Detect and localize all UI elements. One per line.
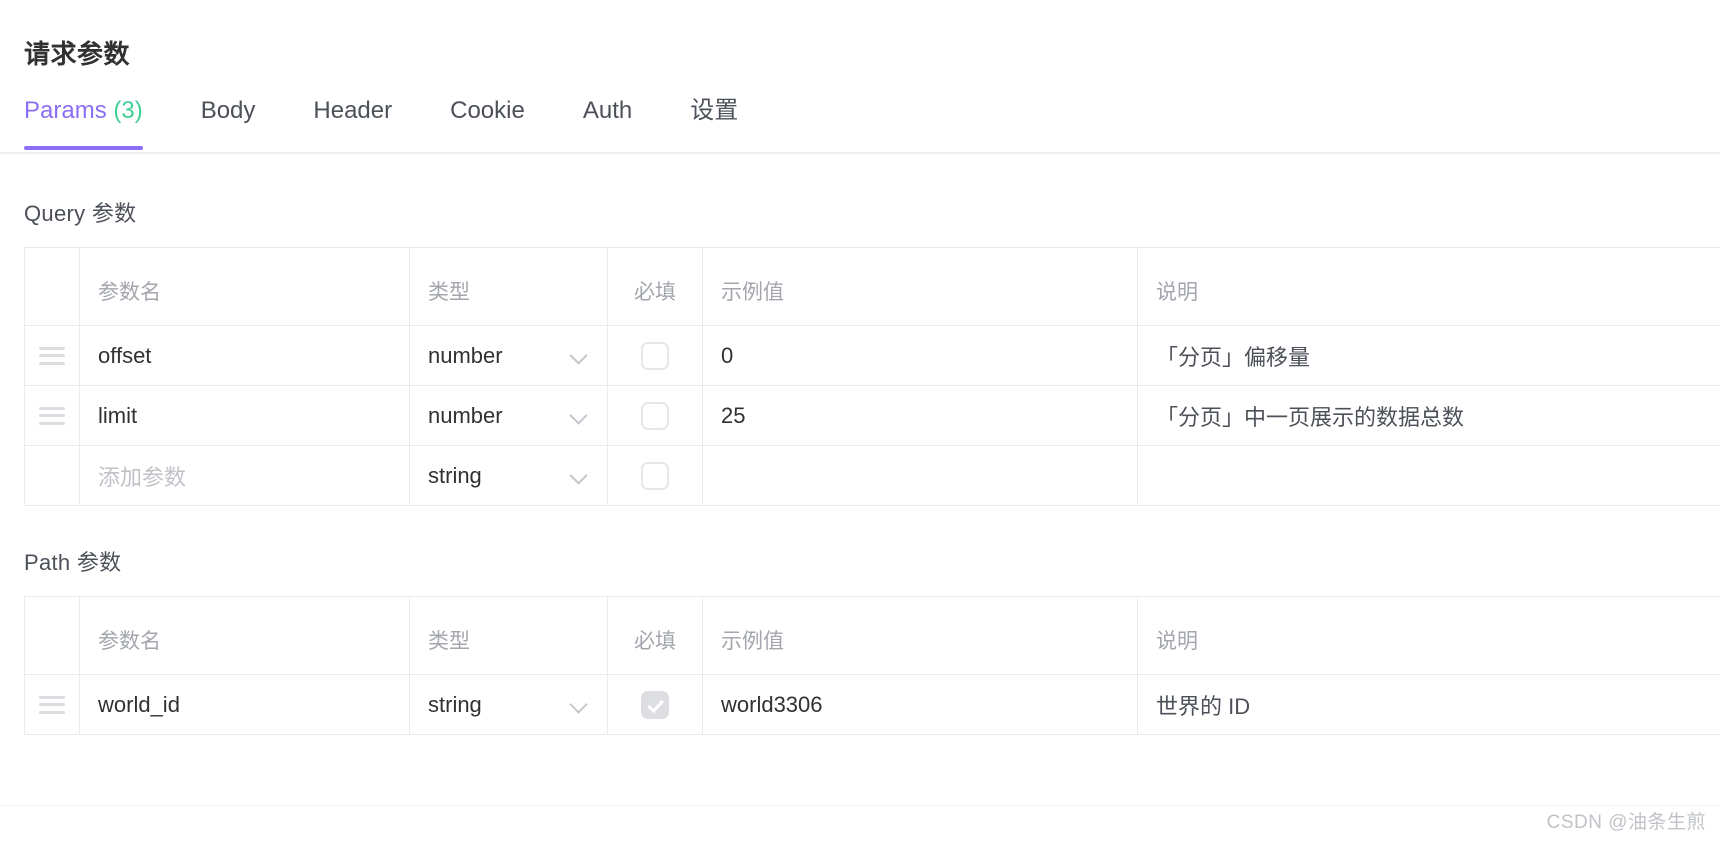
drag-handle-icon[interactable] (39, 695, 65, 714)
column-header: 参数名 (80, 248, 410, 325)
table-row: world_id string world3306 世界的 ID (25, 675, 1720, 735)
table-row: limit number 25 「分页」中一页展示的数据总数 (25, 386, 1720, 446)
required-checkbox[interactable] (641, 341, 669, 370)
tab-label: Header (313, 97, 393, 124)
table-row: offset number 0 「分页」偏移量 (25, 326, 1720, 386)
tab-list: Params (3) Body Header Cookie Auth 设置 (0, 96, 1720, 152)
param-example-value: 25 (721, 402, 746, 428)
param-name-cell[interactable]: 添加参数 (80, 446, 410, 505)
query-params-table: 参数名 类型 必填 示例值 说明 offset number 0 「分页」偏移量 limit num… (24, 247, 1720, 506)
param-description-cell[interactable]: 「分页」偏移量 (1138, 326, 1720, 385)
param-example-cell[interactable]: 25 (703, 386, 1138, 445)
param-description-value: 「分页」偏移量 (1156, 344, 1311, 370)
drag-cell (25, 675, 80, 734)
param-name-value: world_id (98, 691, 180, 717)
column-header: 参数名 (80, 597, 410, 674)
tab-label: 设置 (690, 97, 739, 124)
chevron-down-icon[interactable] (569, 465, 591, 487)
chevron-down-icon[interactable] (569, 694, 591, 716)
table-header-row: 参数名 类型 必填 示例值 说明 (25, 248, 1720, 326)
drag-handle-icon[interactable] (39, 406, 65, 425)
tab-params[interactable]: Params (3) (24, 96, 143, 150)
chevron-down-icon[interactable] (569, 405, 591, 427)
tab-label: Auth (582, 97, 633, 124)
tab-bar: Params (3) Body Header Cookie Auth 设置 (0, 96, 1720, 158)
param-description-cell[interactable]: 「分页」中一页展示的数据总数 (1138, 386, 1720, 445)
drag-cell (25, 326, 80, 385)
param-type-select[interactable]: number (410, 386, 608, 445)
param-type-value: number (428, 402, 503, 428)
tab-body[interactable]: Body (201, 96, 256, 148)
param-type-select[interactable]: string (410, 675, 608, 734)
footer-divider (0, 805, 1720, 806)
param-example-cell[interactable]: 0 (703, 326, 1138, 385)
column-header: 说明 (1156, 630, 1198, 653)
column-header (25, 597, 80, 674)
param-type-select[interactable]: string (410, 446, 608, 505)
param-description-value: 「分页」中一页展示的数据总数 (1156, 404, 1465, 430)
section-title-query: Query 参数 (24, 201, 137, 226)
section-title-path: Path 参数 (24, 550, 122, 575)
param-type-select[interactable]: number (410, 326, 608, 385)
tab-bar-divider (0, 152, 1720, 154)
drag-cell (25, 386, 80, 445)
param-description-cell[interactable] (1138, 446, 1720, 505)
param-type-value: number (428, 342, 503, 368)
param-example-value: world3306 (721, 691, 823, 717)
tab-auth[interactable]: Auth (583, 96, 632, 148)
tab-header[interactable]: Header (313, 96, 392, 148)
request-params-panel: 请求参数 Params (3) Body Header Cookie Auth 设置 Qu… (0, 0, 1720, 842)
tab-label: Cookie (450, 97, 525, 124)
column-header: 必填 (608, 248, 703, 325)
column-header: 说明 (1156, 281, 1198, 304)
path-params-table: 参数名 类型 必填 示例值 说明 world_id string world3306 世界的 I… (24, 596, 1720, 735)
param-description-value: 世界的 ID (1156, 693, 1251, 719)
required-cell (608, 675, 703, 734)
column-header: 类型 (410, 248, 608, 325)
param-name-placeholder: 添加参数 (98, 464, 187, 490)
tab-label: Params (24, 97, 107, 124)
required-cell (608, 326, 703, 385)
param-type-value: string (428, 462, 482, 488)
required-checkbox[interactable] (641, 461, 669, 490)
required-checkbox[interactable] (641, 401, 669, 430)
param-name-cell[interactable]: offset (80, 326, 410, 385)
column-header: 类型 (410, 597, 608, 674)
chevron-down-icon[interactable] (569, 345, 591, 367)
table-header-row: 参数名 类型 必填 示例值 说明 (25, 597, 1720, 675)
required-checkbox[interactable] (641, 690, 669, 719)
column-header: 必填 (608, 597, 703, 674)
param-example-value: 0 (721, 342, 734, 368)
drag-handle-icon[interactable] (39, 346, 65, 365)
param-name-value: offset (98, 342, 152, 368)
drag-cell (25, 446, 80, 505)
tab-count-badge: (3) (113, 97, 143, 124)
tab-设置[interactable]: 设置 (690, 96, 738, 148)
param-name-cell[interactable]: world_id (80, 675, 410, 734)
tab-label: Body (200, 97, 256, 124)
column-header (25, 248, 80, 325)
watermark: CSDN @油条生煎 (1546, 812, 1706, 833)
param-type-value: string (428, 691, 482, 717)
column-header: 示例值 (703, 597, 1138, 674)
page-title: 请求参数 (24, 39, 131, 69)
param-name-cell[interactable]: limit (80, 386, 410, 445)
tab-cookie[interactable]: Cookie (450, 96, 525, 148)
column-header: 示例值 (703, 248, 1138, 325)
required-cell (608, 446, 703, 505)
param-example-cell[interactable] (703, 446, 1138, 505)
param-description-cell[interactable]: 世界的 ID (1138, 675, 1720, 734)
param-name-value: limit (98, 402, 138, 428)
required-cell (608, 386, 703, 445)
param-example-cell[interactable]: world3306 (703, 675, 1138, 734)
table-row: 添加参数 string (25, 446, 1720, 506)
